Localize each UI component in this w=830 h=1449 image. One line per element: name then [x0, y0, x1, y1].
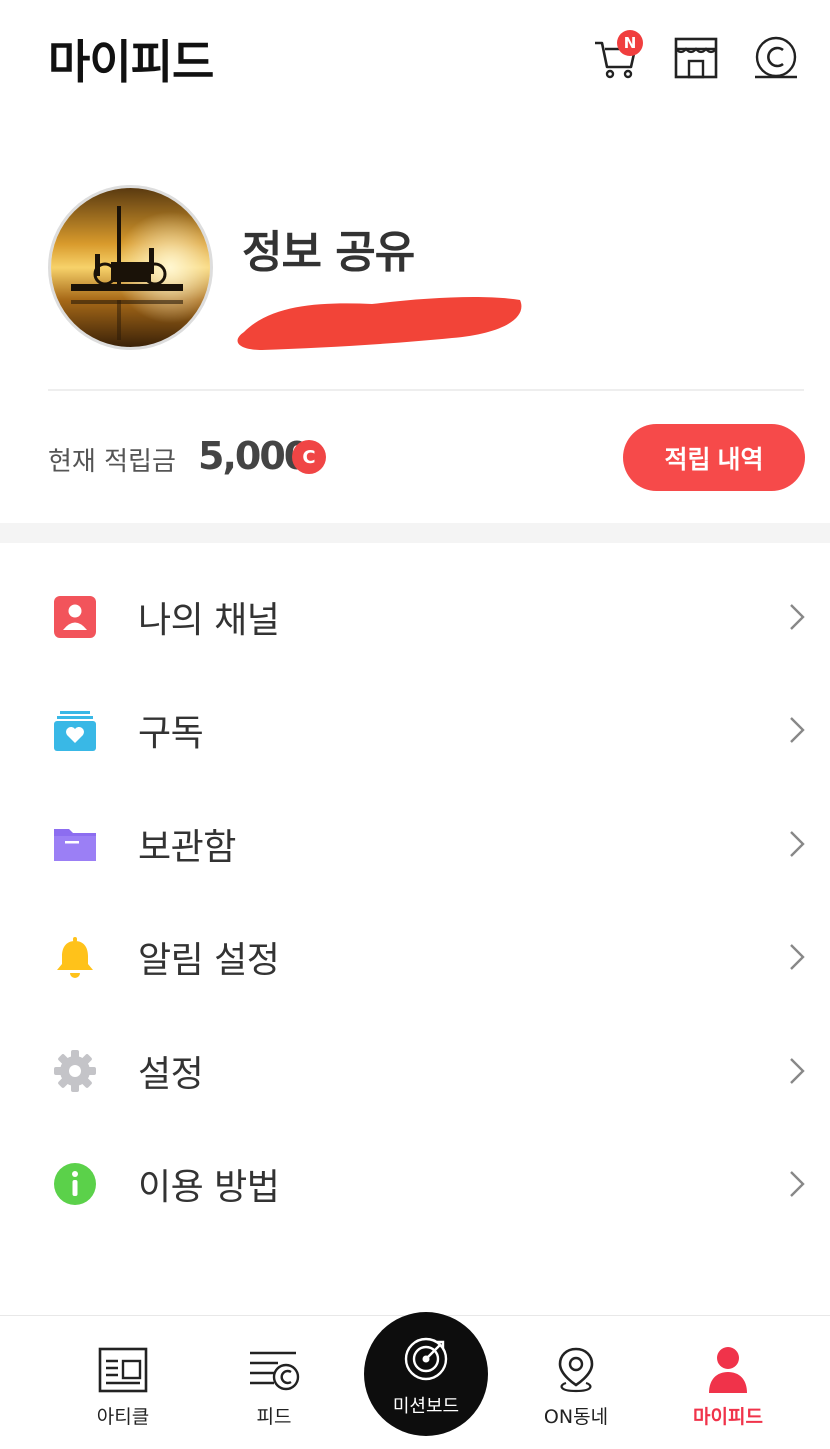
chevron-right-icon: [790, 603, 805, 630]
menu-label: 나의 채널: [138, 599, 280, 641]
nav-item-myfeed[interactable]: 마이피드: [668, 1316, 788, 1449]
menu-label: 설정: [138, 1053, 204, 1095]
store-button[interactable]: [672, 34, 720, 82]
nav-item-feed[interactable]: 피드: [214, 1316, 334, 1449]
target-icon: [404, 1337, 448, 1381]
chevron-right-icon: [790, 1057, 805, 1084]
menu-item-subscribe[interactable]: 구독: [0, 674, 830, 788]
page-title: 마이피드: [48, 35, 214, 89]
nav-label: 미션보드: [392, 1396, 460, 1417]
profile-name: 정보 공유: [242, 227, 415, 278]
menu-label: 알림 설정: [138, 940, 280, 982]
subscribe-icon: [52, 707, 98, 753]
folder-icon: [52, 821, 98, 867]
nav-label: ON동네: [543, 1406, 609, 1428]
menu-label: 이용 방법: [138, 1167, 280, 1209]
chevron-right-icon: [790, 944, 805, 971]
article-icon: [97, 1344, 149, 1396]
menu-item-how-to-use[interactable]: 이용 방법: [0, 1128, 830, 1242]
menu-item-notification[interactable]: 알림 설정: [0, 901, 830, 1015]
nav-label: 마이피드: [693, 1406, 763, 1428]
points-history-button[interactable]: 적립 내역: [623, 424, 805, 491]
my-channel-icon: [52, 594, 98, 640]
nav-label: 아티클: [96, 1406, 150, 1428]
person-icon: [702, 1344, 754, 1396]
coin-button[interactable]: [752, 34, 800, 82]
menu-item-settings[interactable]: 설정: [0, 1014, 830, 1128]
coin-badge-icon: C: [292, 440, 326, 474]
nav-item-neighborhood[interactable]: ON동네: [516, 1316, 636, 1449]
menu-item-my-channel[interactable]: 나의 채널: [0, 560, 830, 674]
chevron-right-icon: [790, 830, 805, 857]
menu-item-folder[interactable]: 보관함: [0, 787, 830, 901]
nav-item-mission-board[interactable]: 미션보드: [364, 1312, 488, 1436]
divider: [48, 389, 804, 391]
points-row: 현재 적립금 5,000 C 적립 내역: [0, 420, 830, 495]
gear-icon: [52, 1048, 98, 1094]
menu-label: 구독: [138, 713, 204, 755]
store-icon: [674, 37, 718, 79]
chevron-right-icon: [790, 717, 805, 744]
location-pin-icon: [550, 1344, 602, 1396]
chevron-right-icon: [790, 1171, 805, 1198]
cart-new-badge: N: [617, 30, 643, 56]
coin-icon: [755, 36, 797, 79]
menu-list: 나의 채널 구독 보관함 알림 설정 설정 이용 방법: [0, 560, 830, 1241]
avatar[interactable]: [48, 185, 213, 350]
points-label: 현재 적립금: [48, 447, 176, 477]
nav-label: 피드: [256, 1406, 292, 1428]
bell-icon: [52, 934, 98, 980]
header: 마이피드 N: [0, 0, 830, 115]
feed-icon: [248, 1344, 300, 1396]
menu-label: 보관함: [138, 826, 236, 868]
redaction-mark: [237, 297, 522, 350]
avatar-image: [51, 188, 210, 347]
nav-item-article[interactable]: 아티클: [63, 1316, 183, 1449]
profile-section: 정보 공유: [0, 180, 830, 390]
info-icon: [52, 1161, 98, 1207]
section-separator: [0, 523, 830, 543]
